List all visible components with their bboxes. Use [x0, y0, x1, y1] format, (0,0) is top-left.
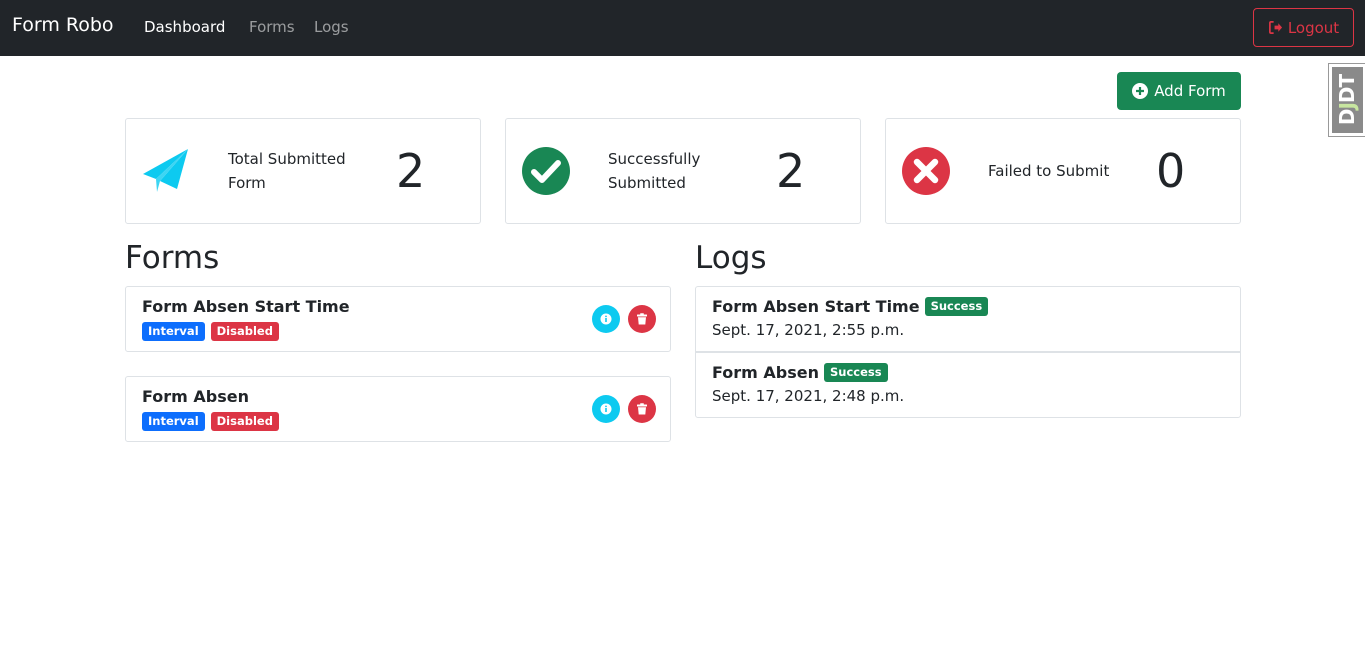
- form-list-item[interactable]: Form Absen Start Time Interval Disabled: [125, 286, 671, 352]
- navbar: Form Robo Dashboard Forms Logs Logout: [0, 0, 1365, 56]
- logs-section-title: Logs: [695, 240, 767, 276]
- logout-button[interactable]: Logout: [1253, 8, 1354, 47]
- success-badge: Success: [824, 363, 888, 382]
- log-list-item[interactable]: Form Absen Start Time Success Sept. 17, …: [695, 286, 1241, 352]
- nav-link-dashboard[interactable]: Dashboard: [144, 18, 225, 36]
- sign-out-icon: [1268, 21, 1282, 34]
- stat-card-total-submitted: Total Submitted Form 2: [125, 118, 481, 224]
- form-info-button[interactable]: [592, 395, 620, 423]
- form-name: Form Absen: [142, 387, 250, 406]
- form-info-button[interactable]: [592, 305, 620, 333]
- interval-badge: Interval: [142, 412, 205, 431]
- trash-icon: [637, 403, 647, 415]
- trash-icon: [637, 313, 647, 325]
- log-timestamp: Sept. 17, 2021, 2:55 p.m.: [712, 321, 905, 339]
- stat-card-failed-to-submit: Failed to Submit 0: [885, 118, 1241, 224]
- nav-link-forms[interactable]: Forms: [249, 18, 295, 36]
- stat-value: 2: [396, 144, 426, 198]
- log-form-name: Form Absen: [712, 363, 820, 382]
- plus-circle-icon: [1132, 83, 1149, 99]
- disabled-badge: Disabled: [210, 322, 279, 341]
- log-list-item[interactable]: Form Absen Success Sept. 17, 2021, 2:48 …: [695, 352, 1241, 418]
- stat-value: 2: [776, 144, 806, 198]
- info-icon: [600, 403, 612, 415]
- check-circle-icon: [522, 147, 570, 195]
- disabled-badge: Disabled: [210, 412, 279, 431]
- brand-logo[interactable]: Form Robo: [12, 14, 114, 36]
- debug-toolbar-handle[interactable]: DJDT: [1328, 63, 1365, 137]
- debug-toolbar-label: DJDT: [1335, 74, 1359, 126]
- forms-section-title: Forms: [125, 240, 220, 276]
- log-form-name: Form Absen Start Time: [712, 297, 920, 316]
- stat-value: 0: [1156, 144, 1186, 198]
- success-badge: Success: [924, 297, 989, 316]
- stat-card-successfully-submitted: Successfully Submitted 2: [505, 118, 861, 224]
- add-form-button[interactable]: Add Form: [1117, 72, 1241, 110]
- x-circle-icon: [902, 147, 950, 195]
- add-form-label: Add Form: [1154, 82, 1226, 100]
- nav-link-logs[interactable]: Logs: [314, 18, 349, 36]
- stat-label: Failed to Submit: [988, 162, 1110, 180]
- stat-label: Total Submitted Form: [228, 150, 346, 192]
- paper-plane-icon: [143, 149, 188, 192]
- log-timestamp: Sept. 17, 2021, 2:48 p.m.: [712, 387, 905, 405]
- info-icon: [600, 313, 612, 325]
- logout-label: Logout: [1287, 18, 1340, 37]
- interval-badge: Interval: [142, 322, 205, 341]
- form-name: Form Absen Start Time: [142, 297, 350, 316]
- form-delete-button[interactable]: [628, 395, 656, 423]
- stat-label: Successfully Submitted: [608, 150, 701, 192]
- form-delete-button[interactable]: [628, 305, 656, 333]
- form-list-item[interactable]: Form Absen Interval Disabled: [125, 376, 671, 442]
